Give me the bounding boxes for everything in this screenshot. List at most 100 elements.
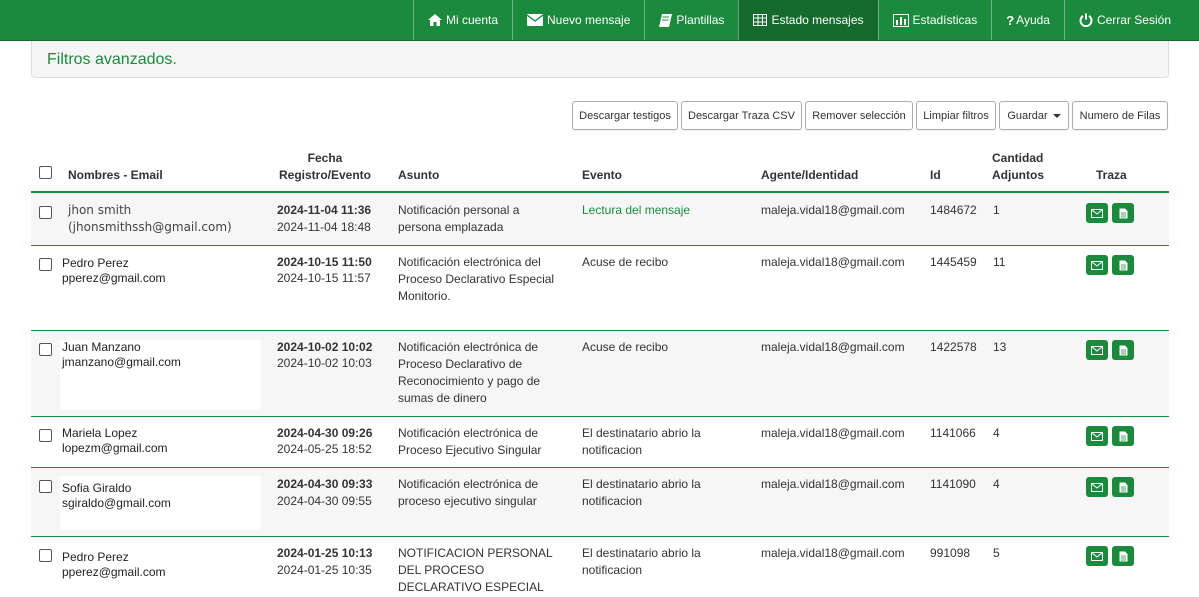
- header-nombres[interactable]: Nombres - Email: [68, 168, 163, 182]
- trace-email-button[interactable]: [1086, 340, 1108, 360]
- asunto-line: Notificación personal a: [398, 203, 520, 217]
- row-checkbox[interactable]: [39, 429, 52, 442]
- nav-ayuda[interactable]: ? Ayuda: [991, 0, 1064, 40]
- trace-email-button[interactable]: [1086, 477, 1108, 497]
- row-evento-fecha: 2024-10-15 11:57: [277, 271, 371, 285]
- row-id: 1141066: [930, 426, 976, 440]
- evento-line: El destinatario abrio la: [582, 477, 701, 491]
- row-evento: El destinatario abrio la notificacion: [582, 476, 701, 510]
- row-checkbox[interactable]: [39, 343, 52, 356]
- main-nav: Mi cuenta Nuevo mensaje Plantillas Estad…: [412, 0, 1199, 40]
- row-email: lopezm@gmail.com: [62, 441, 168, 455]
- header-evento[interactable]: Evento: [582, 168, 622, 182]
- trace-file-button[interactable]: [1112, 426, 1134, 446]
- trace-email-button[interactable]: [1086, 255, 1108, 275]
- evento-line: El destinatario abrio la: [582, 426, 701, 440]
- header-fecha-line1: Fecha: [307, 151, 343, 165]
- trace-file-button[interactable]: [1112, 255, 1134, 275]
- nav-label: Cerrar Sesión: [1096, 13, 1171, 27]
- row-evento-fecha: 2024-10-02 10:03: [277, 356, 372, 370]
- asunto-line: persona emplazada: [398, 220, 504, 234]
- row-adjuntos: 4: [993, 477, 1000, 491]
- select-all-checkbox[interactable]: [39, 166, 52, 179]
- asunto-line: Notificación electrónica de: [398, 340, 539, 354]
- row-evento-fecha: 2024-11-04 18:48: [277, 220, 371, 234]
- row-registro: 2024-11-04 11:36: [277, 203, 372, 217]
- row-adjuntos: 11: [993, 255, 1006, 269]
- row-registro: 2024-10-02 10:02: [277, 340, 373, 354]
- row-agente: maleja.vidal18@gmail.com: [761, 255, 905, 269]
- row-email: (jhonsmithssh@gmail.com): [68, 220, 232, 234]
- file-icon: [1119, 260, 1127, 270]
- advanced-filters-panel[interactable]: Filtros avanzados.: [31, 41, 1169, 78]
- evento-line: notificacion: [582, 443, 643, 457]
- asunto-line: DECLARATIVO ESPECIAL: [398, 580, 544, 594]
- asunto-line: Proceso Ejecutivo Singular: [398, 443, 542, 457]
- row-asunto: Notificación electrónica de Proceso Decl…: [398, 339, 540, 407]
- asunto-line: Proceso Declarativo Especial: [398, 272, 555, 286]
- trace-file-button[interactable]: [1112, 477, 1134, 497]
- row-registro: 2024-10-15 11:50: [277, 255, 372, 269]
- row-checkbox[interactable]: [39, 258, 52, 271]
- asunto-line: Notificación electrónica de: [398, 477, 539, 491]
- save-dropdown-button[interactable]: Guardar: [999, 101, 1069, 130]
- row-asunto: Notificación electrónica de Proceso Ejec…: [398, 425, 541, 459]
- row-count-button[interactable]: Numero de Filas: [1072, 101, 1168, 130]
- row-evento: Acuse de recibo: [582, 340, 669, 354]
- clear-filters-button[interactable]: Limpiar filtros: [916, 101, 996, 130]
- download-witnesses-button[interactable]: Descargar testigos: [572, 101, 678, 130]
- trace-file-button[interactable]: [1112, 203, 1134, 223]
- row-email: sgiraldo@gmail.com: [62, 496, 171, 510]
- header-fecha[interactable]: Fecha Registro/Evento: [270, 151, 380, 182]
- save-label: Guardar: [1007, 109, 1048, 122]
- table-icon: [753, 14, 768, 26]
- file-icon: [1119, 482, 1127, 492]
- trace-email-button[interactable]: [1086, 203, 1108, 223]
- row-asunto: NOTIFICACION PERSONAL DEL PROCESO DECLAR…: [398, 545, 553, 596]
- envelope-icon: [527, 14, 544, 26]
- bar-chart-icon: [892, 13, 909, 27]
- row-asunto: Notificación personal a persona emplazad…: [398, 202, 519, 236]
- file-icon: [1119, 551, 1127, 561]
- asunto-line: Notificación electrónica de: [398, 426, 539, 440]
- trace-email-button[interactable]: [1086, 426, 1108, 446]
- asunto-line: NOTIFICACION PERSONAL: [398, 546, 553, 560]
- header-asunto[interactable]: Asunto: [398, 168, 439, 182]
- evento-line: notificacion: [582, 563, 643, 577]
- trace-file-button[interactable]: [1112, 546, 1134, 566]
- row-evento-fecha: 2024-01-25 10:35: [277, 563, 372, 577]
- header-cantidad-line2: Adjuntos: [992, 168, 1044, 182]
- question-icon: ?: [1006, 12, 1015, 28]
- row-evento-fecha: 2024-05-25 18:52: [277, 442, 372, 456]
- trace-file-button[interactable]: [1112, 340, 1134, 360]
- row-id: 991098: [930, 546, 971, 560]
- header-traza[interactable]: Traza: [1096, 168, 1127, 182]
- nav-cerrar-sesion[interactable]: Cerrar Sesión: [1063, 0, 1199, 40]
- asunto-line: sumas de dinero: [398, 391, 487, 405]
- file-icon: [1119, 345, 1127, 355]
- caret-down-icon: [1052, 113, 1061, 118]
- nav-label: Plantillas: [676, 13, 725, 27]
- row-agente: maleja.vidal18@gmail.com: [761, 426, 905, 440]
- nav-plantillas[interactable]: Plantillas: [644, 0, 738, 40]
- row-evento-fecha: 2024-04-30 09:55: [277, 494, 372, 508]
- nav-mi-cuenta[interactable]: Mi cuenta: [412, 0, 512, 40]
- remove-selection-button[interactable]: Remover selección: [805, 101, 913, 130]
- advanced-filters-label[interactable]: Filtros avanzados.: [47, 51, 177, 69]
- row-checkbox[interactable]: [39, 206, 52, 219]
- asunto-line: Reconocimiento y pago de: [398, 374, 541, 388]
- row-checkbox[interactable]: [39, 549, 52, 562]
- nav-nuevo-mensaje[interactable]: Nuevo mensaje: [512, 0, 644, 40]
- asunto-line: proceso ejecutivo singular: [398, 494, 537, 508]
- row-checkbox[interactable]: [39, 480, 52, 493]
- nav-estado-mensajes[interactable]: Estado mensajes: [738, 0, 878, 40]
- row-email: pperez@gmail.com: [62, 565, 166, 579]
- header-agente[interactable]: Agente/Identidad: [761, 168, 858, 182]
- header-id[interactable]: Id: [930, 168, 941, 182]
- nav-estadisticas[interactable]: Estadísticas: [877, 0, 992, 40]
- row-email: jmanzano@gmail.com: [62, 355, 181, 369]
- file-icon: [1119, 431, 1127, 441]
- header-cantidad-adjuntos[interactable]: Cantidad Adjuntos: [992, 151, 1044, 182]
- download-trace-csv-button[interactable]: Descargar Traza CSV: [681, 101, 802, 130]
- trace-email-button[interactable]: [1086, 546, 1108, 566]
